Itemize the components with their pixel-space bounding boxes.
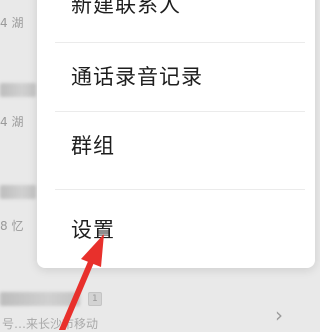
background-row-subtitle: 号…来长沙市移动 <box>2 317 99 331</box>
blurred-contact-name <box>0 185 36 199</box>
background-row-meta: 8 忆 <box>0 219 24 233</box>
sim-badge: 1 <box>88 292 102 306</box>
menu-item-label: 通话录音记录 <box>71 65 203 89</box>
menu-item-new-contact[interactable]: 新建联系人 <box>37 0 315 38</box>
menu-item-groups[interactable]: 群组 <box>37 111 315 179</box>
popup-menu: 新建联系人 通话录音记录 群组 设置 <box>37 0 315 268</box>
menu-item-label: 新建联系人 <box>71 0 181 17</box>
background-list-row: 1 号…来长沙市移动 › <box>0 285 315 331</box>
blurred-contact-name <box>0 292 80 306</box>
menu-item-settings[interactable]: 设置 <box>37 195 315 263</box>
menu-item-label: 设置 <box>71 218 115 242</box>
menu-item-label: 群组 <box>71 134 115 158</box>
menu-divider <box>55 189 305 190</box>
chevron-right-icon: › <box>275 303 283 327</box>
blurred-contact-name <box>0 83 36 97</box>
background-row-meta: 4 湖 <box>0 16 24 30</box>
background-row-meta: 4 湖 <box>0 115 24 129</box>
menu-item-call-recordings[interactable]: 通话录音记录 <box>37 42 315 110</box>
